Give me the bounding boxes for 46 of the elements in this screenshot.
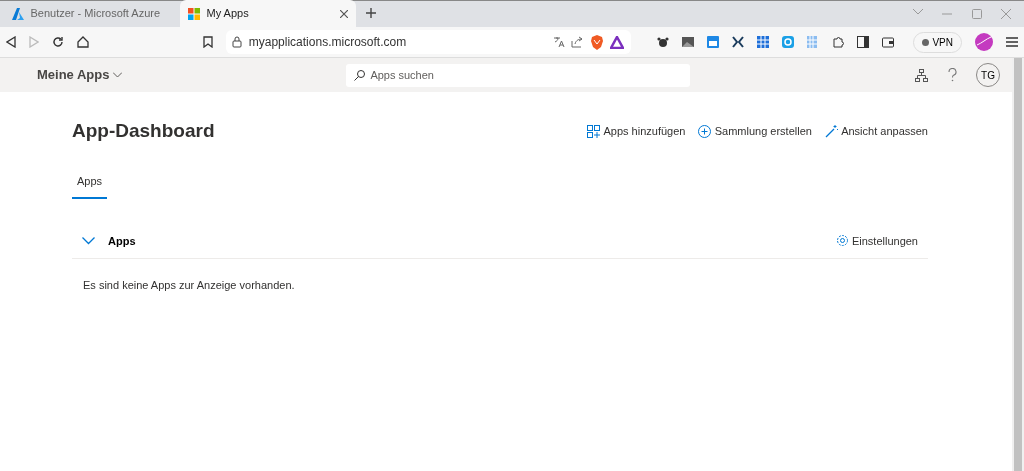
empty-message: Es sind keine Apps zur Anzeige vorhanden.	[82, 278, 296, 294]
magic-wand-icon	[824, 124, 838, 138]
shield-icon[interactable]	[589, 34, 604, 50]
lock-icon	[232, 36, 243, 48]
add-apps-icon	[587, 124, 601, 138]
customize-button[interactable]: Ansicht anpassen	[824, 123, 928, 140]
sidebar-icon[interactable]	[856, 36, 869, 48]
search-icon	[354, 69, 366, 81]
close-icon[interactable]	[340, 9, 348, 18]
share-icon[interactable]	[571, 36, 584, 48]
chevron-down-icon	[112, 72, 122, 78]
browser-tab[interactable]: Benutzer - Microsoft Azure	[4, 0, 180, 27]
reload-icon[interactable]	[52, 36, 64, 48]
search-field[interactable]: Apps suchen	[346, 63, 691, 87]
section-toggle[interactable]: Apps	[82, 232, 136, 250]
profile-icon[interactable]	[975, 33, 993, 51]
add-button[interactable]: Apps hinzufügen	[587, 123, 686, 140]
scrollbar[interactable]	[1012, 58, 1024, 471]
bookmark-icon[interactable]	[202, 36, 213, 48]
back-icon[interactable]	[6, 36, 16, 48]
translate-icon[interactable]	[552, 36, 565, 48]
triangle-icon[interactable]	[610, 35, 625, 49]
help-icon[interactable]	[947, 68, 957, 82]
collection-button[interactable]: Sammlung erstellen	[698, 123, 812, 140]
status-dot-icon	[922, 38, 930, 46]
azure-logo-icon	[12, 7, 24, 20]
chevron-down-icon	[82, 236, 95, 245]
image-icon[interactable]	[681, 36, 694, 48]
app-title-menu[interactable]: Meine Apps	[37, 65, 122, 85]
add-circle-icon	[698, 124, 712, 138]
vpn-button[interactable]: VPN	[913, 31, 962, 53]
wallet-icon[interactable]	[881, 36, 894, 48]
browser-tab[interactable]: My Apps	[180, 0, 356, 27]
page-title: App-Dashboard	[72, 120, 216, 143]
page-tab[interactable]: Apps	[72, 168, 108, 200]
cross-icon[interactable]	[731, 36, 744, 48]
settings-icon	[835, 234, 849, 248]
settings-button[interactable]: Einstellungen	[835, 232, 918, 250]
window-icon[interactable]	[706, 36, 719, 48]
microsoft-logo-icon	[188, 7, 200, 20]
menu-icon[interactable]	[1006, 37, 1018, 47]
sitemap-icon[interactable]	[915, 68, 928, 82]
home-icon[interactable]	[77, 36, 89, 48]
grid-icon[interactable]	[756, 36, 769, 48]
new-tab-icon[interactable]	[366, 8, 376, 18]
ring-icon[interactable]	[781, 36, 794, 48]
